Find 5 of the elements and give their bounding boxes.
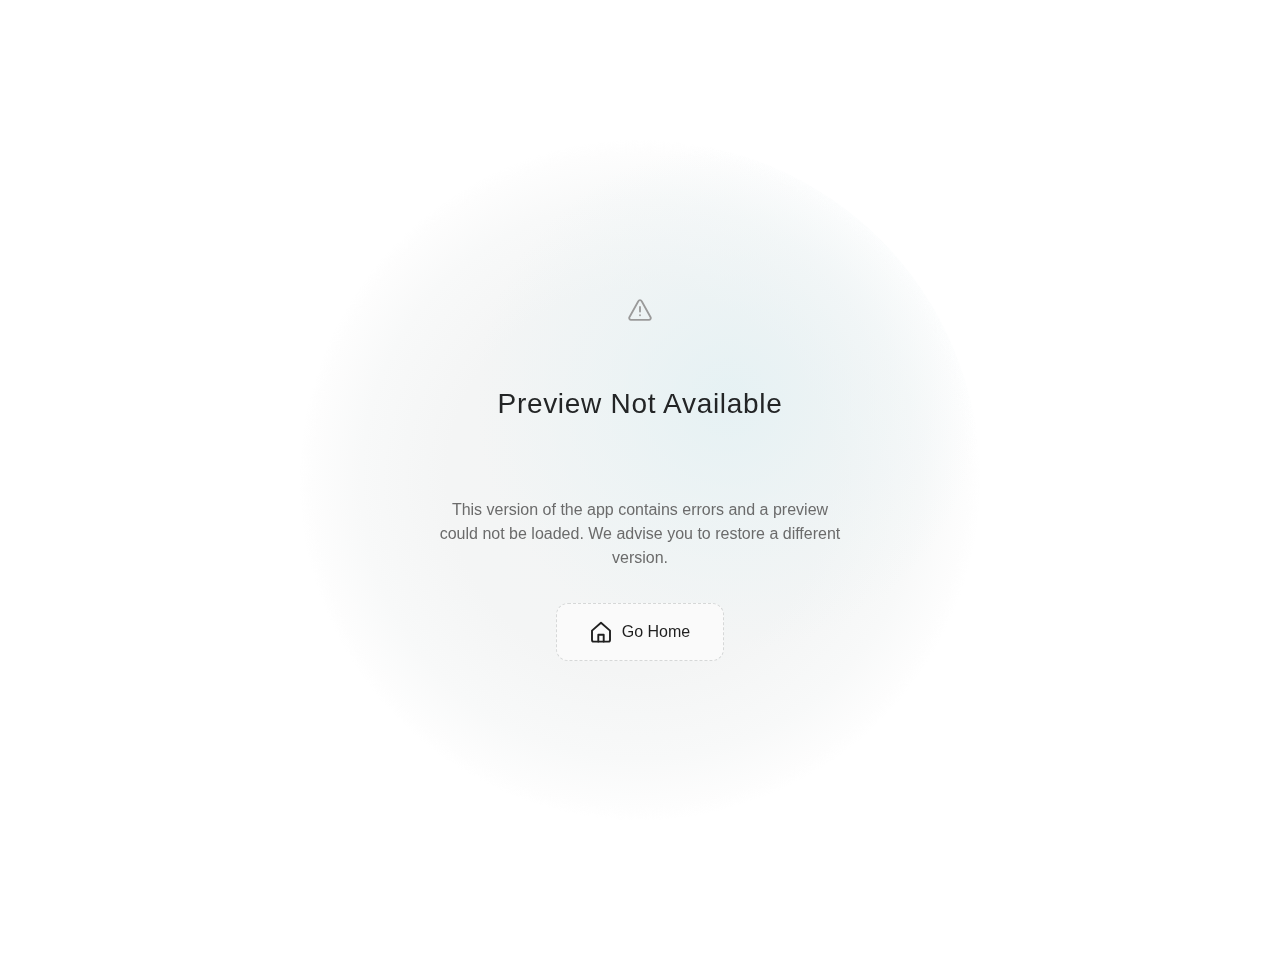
error-title: Preview Not Available xyxy=(497,387,783,421)
warning-icon xyxy=(628,299,652,321)
error-message: This version of the app contains errors and a preview could not be loaded. We advise you to restore a different version. xyxy=(438,500,842,568)
home-icon xyxy=(589,621,612,643)
go-home-button[interactable]: Go Home xyxy=(556,603,724,661)
